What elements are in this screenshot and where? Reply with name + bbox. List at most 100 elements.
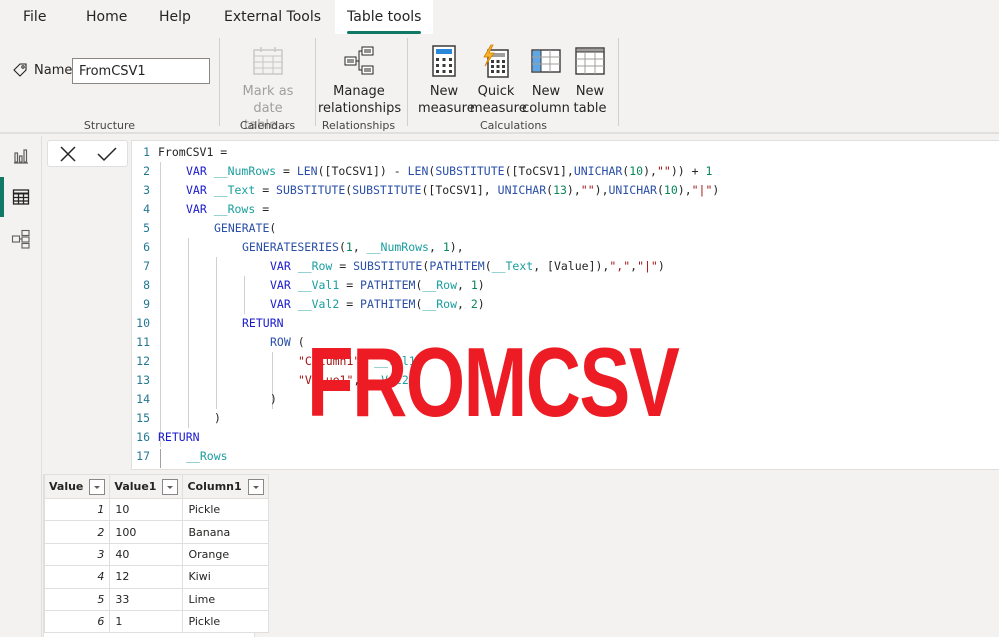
code-line: 11 ROW (	[132, 333, 999, 352]
new-table-button[interactable]: New table	[570, 44, 610, 117]
calendars-group-label: Calendars	[239, 119, 296, 132]
cell-value1[interactable]: 12	[109, 565, 184, 589]
code-line: 12 "Column1", __Val1	[132, 352, 999, 371]
new-column-icon	[531, 49, 561, 73]
cell-value[interactable]: 4	[43, 565, 111, 589]
cell-value[interactable]: 1	[43, 497, 111, 522]
sidebar-item-data-view[interactable]	[0, 177, 42, 217]
code-line: 1 FromCSV1 =	[132, 143, 999, 162]
cell-value[interactable]: 2	[43, 520, 111, 544]
data-grid: Value Value1 Column1 1 10 Pickle 2 100 Banan…	[43, 474, 269, 637]
tab-help[interactable]: Help	[159, 0, 191, 34]
quick-measure-button[interactable]: Quick measure	[470, 44, 527, 117]
quick-measure-line2: measure	[470, 101, 527, 116]
line-number: 9	[143, 297, 150, 311]
code-line: 15)	[132, 409, 999, 428]
code-line: 13 "Value1", __Val2	[132, 371, 999, 390]
cell-column1[interactable]: Pickle	[182, 497, 269, 522]
table-header-row: Value Value1 Column1	[43, 474, 269, 499]
cell-column1[interactable]: Banana	[182, 520, 269, 544]
code-text: RETURN	[242, 316, 284, 330]
code-line: 3 VAR __Text = SUBSTITUTE(SUBSTITUTE([ToC…	[132, 181, 999, 200]
table-row: 6 1 Pickle	[43, 609, 269, 634]
code-text: "Column1", __Val1	[298, 354, 416, 368]
view-sidebar	[0, 136, 42, 637]
filter-dropdown-icon[interactable]	[162, 478, 179, 495]
tab-file[interactable]: File	[23, 0, 46, 34]
cell-value1[interactable]: 40	[109, 542, 184, 567]
code-text: )	[270, 392, 277, 406]
structure-group: Name Structure	[0, 38, 219, 134]
code-line: 8 VAR __Val1 = PATHITEM(__Row, 1)	[132, 276, 999, 295]
code-line: 2 VAR __NumRows = LEN([ToCSV1]) - LEN(SUB…	[132, 162, 999, 181]
cell-column1[interactable]: Lime	[182, 587, 269, 611]
cell-column1[interactable]: Kiwi	[182, 565, 269, 589]
column-header-value[interactable]: Value	[43, 474, 111, 499]
sidebar-item-report-view[interactable]	[0, 136, 42, 176]
manage-line2: relationships	[318, 101, 402, 116]
line-number: 17	[136, 449, 150, 463]
code-line: 9 VAR __Val2 = PATHITEM(__Row, 2)	[132, 295, 999, 314]
cell-column1[interactable]: Orange	[182, 542, 269, 567]
code-text: VAR __Row = SUBSTITUTE(PATHITEM(__Text, …	[270, 259, 665, 273]
new-column-button[interactable]: New column	[522, 44, 570, 117]
table-row: 5 33 Lime	[43, 587, 269, 611]
cell-value[interactable]: 3	[43, 542, 111, 567]
column-header-label: Column1	[187, 479, 242, 493]
table-row: 2 100 Banana	[43, 520, 269, 544]
new-measure-line2: measure	[418, 101, 475, 116]
line-number: 11	[136, 335, 150, 349]
table-name-input[interactable]	[72, 58, 210, 84]
filter-dropdown-icon[interactable]	[89, 478, 106, 495]
cell-value1[interactable]: 10	[109, 497, 184, 522]
tab-external-tools[interactable]: External Tools	[224, 0, 321, 34]
results-table: Value Value1 Column1 1 10 Pickle 2 100 Banan…	[43, 474, 269, 634]
cell-value[interactable]: 5	[43, 587, 111, 611]
sidebar-item-model-view[interactable]	[0, 219, 42, 259]
tab-home[interactable]: Home	[86, 0, 127, 34]
filter-dropdown-icon[interactable]	[247, 478, 264, 495]
code-text: VAR __NumRows = LEN([ToCSV1]) - LEN(SUBS…	[186, 164, 713, 178]
tag-icon	[13, 63, 27, 77]
code-text: )	[214, 411, 221, 425]
column-header-column1[interactable]: Column1	[182, 474, 269, 499]
new-table-icon	[575, 47, 605, 75]
commit-formula-button[interactable]	[94, 143, 120, 165]
tab-table-tools[interactable]: Table tools	[335, 0, 434, 34]
x-icon	[60, 145, 76, 162]
ribbon: Name Structure Mark as date table ⌄ Cale…	[0, 34, 999, 134]
new-column-line2: column	[522, 101, 570, 116]
model-view-icon	[11, 229, 30, 249]
code-text: GENERATESERIES(1, __NumRows, 1),	[242, 240, 464, 254]
line-number: 7	[143, 259, 150, 273]
code-text: ROW (	[270, 335, 305, 349]
formula-actions	[47, 140, 128, 167]
cell-value1[interactable]: 1	[109, 609, 184, 634]
cell-column1[interactable]: Pickle	[182, 609, 269, 634]
cancel-formula-button[interactable]	[55, 143, 81, 165]
calculations-group: New measure Quick measure New column New…	[408, 38, 619, 134]
calendars-group: Mark as date table ⌄ Calendars	[220, 38, 315, 134]
calendar-icon	[253, 47, 283, 75]
code-text: RETURN	[158, 430, 200, 444]
manage-relationships-button[interactable]: Manage relationships	[318, 44, 402, 117]
line-number: 2	[143, 164, 150, 178]
code-text: VAR __Val1 = PATHITEM(__Row, 1)	[270, 278, 485, 292]
column-header-value1[interactable]: Value1	[109, 474, 184, 499]
cell-value1[interactable]: 33	[109, 587, 184, 611]
cell-value1[interactable]: 100	[109, 520, 184, 544]
dax-formula-editor[interactable]: 1 FromCSV1 = 2 VAR __NumRows = LEN([ToCSV1…	[131, 140, 999, 470]
line-number: 5	[143, 221, 150, 235]
new-measure-button[interactable]: New measure	[418, 44, 475, 117]
new-measure-line1: New	[429, 84, 459, 99]
table-row: 4 12 Kiwi	[43, 565, 269, 589]
mark-as-date-line1: Mark as date	[242, 84, 294, 116]
name-label-text: Name	[34, 62, 73, 78]
line-number: 16	[136, 430, 150, 444]
quick-measure-icon	[483, 44, 509, 78]
data-view-icon	[12, 189, 30, 205]
code-line: 10 RETURN	[132, 314, 999, 333]
line-number: 12	[136, 354, 150, 368]
relationships-icon	[344, 46, 374, 75]
cell-value[interactable]: 6	[43, 609, 111, 634]
